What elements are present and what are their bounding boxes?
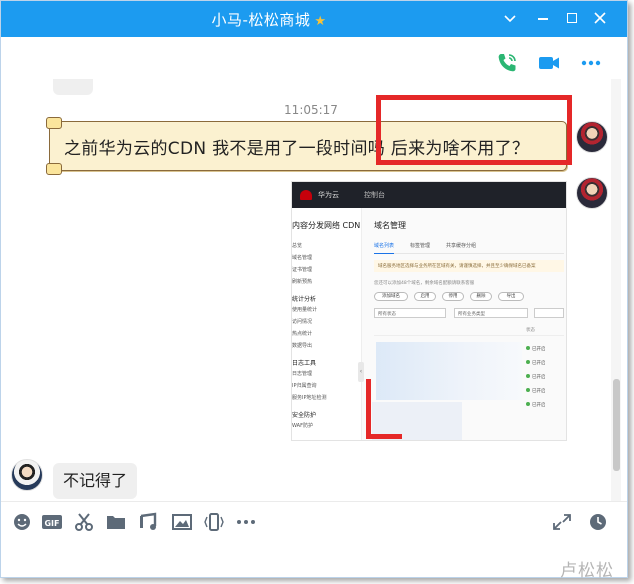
image-button: 停用 — [442, 292, 464, 301]
image-sidebar-item: 域名管理 — [292, 255, 313, 261]
message-list[interactable]: 11:05:17 之前华为云的CDN 我不是用了一段时间吗 后来为啥不用了？ 华… — [1, 79, 611, 501]
music-icon[interactable] — [137, 512, 159, 532]
watermark: 卢松松 — [560, 561, 614, 581]
image-status: 已开启 — [526, 388, 546, 394]
image-sidebar-item: 热点统计 — [292, 331, 313, 337]
image-console-label: 控制台 — [364, 191, 385, 199]
image-sidebar-item: 日志管理 — [292, 371, 313, 377]
image-sidebar-item: IP归属查询 — [292, 383, 317, 389]
status-text: 已开启 — [532, 403, 546, 408]
image-column-header: 状态 — [526, 328, 535, 333]
status-text: 已开启 — [532, 389, 546, 394]
status-dot-icon — [526, 346, 530, 350]
voice-call-icon[interactable] — [495, 51, 519, 75]
folder-icon[interactable] — [105, 512, 127, 532]
gif-icon[interactable]: GIF — [41, 512, 63, 532]
status-text: 已开启 — [532, 375, 546, 380]
image-note: 您还可以添加48个域名，剩余域名配额请联系客服 — [374, 281, 475, 286]
image-sidebar-item: 刷新预热 — [292, 279, 313, 285]
maximize-icon[interactable] — [563, 9, 581, 27]
image-status: 已开启 — [526, 374, 546, 380]
image-sidebar-group: 安全防护 — [292, 412, 317, 419]
image-sidebar-item: 使用量统计 — [292, 307, 318, 313]
image-select: 所有业务类型 — [454, 308, 528, 318]
emoji-icon[interactable] — [11, 512, 33, 532]
status-dot-icon — [526, 360, 530, 364]
image-sidebar-item: WAF防护 — [292, 423, 313, 429]
image-sidebar: 内容分发网络 CDN 总览 域名管理 证书管理 刷新预热 统计分析 使用量统计 … — [292, 208, 362, 440]
status-dot-icon — [526, 402, 530, 406]
status-dot-icon — [526, 374, 530, 378]
image-sidebar-group: 日志工具 — [292, 360, 317, 367]
expand-icon[interactable] — [551, 512, 573, 532]
close-icon[interactable] — [591, 9, 609, 27]
image-sidebar-item: 数据导出 — [292, 343, 313, 349]
avatar[interactable] — [576, 177, 608, 209]
image-console-header: 华为云 控制台 — [292, 182, 566, 208]
contact-avatar[interactable] — [11, 459, 43, 491]
image-button: 删除 — [470, 292, 492, 301]
image-sidebar-group: 统计分析 — [292, 296, 317, 303]
scrollbar[interactable] — [611, 79, 621, 501]
red-highlight-box — [376, 95, 572, 165]
scroll-ornament-icon — [46, 117, 62, 129]
image-brand: 华为云 — [318, 191, 339, 199]
image-search-box — [534, 308, 564, 318]
more-icon[interactable] — [235, 512, 257, 532]
svg-text:GIF: GIF — [44, 519, 59, 528]
more-icon[interactable] — [579, 51, 603, 75]
message-image[interactable]: 华为云 控制台 内容分发网络 CDN 总览 域名管理 证书管理 刷新预热 统计分… — [291, 181, 567, 441]
image-button: 添加域名 — [374, 292, 408, 301]
image-tab: 域名列表 — [374, 242, 395, 254]
image-heading: 域名管理 — [374, 221, 406, 230]
scissors-icon[interactable] — [73, 512, 95, 532]
scroll-ornament-icon — [46, 163, 62, 175]
image-sidebar-item: 服务IP地址检测 — [292, 395, 327, 401]
status-text: 已开启 — [532, 347, 546, 352]
red-highlight-box — [366, 379, 402, 439]
image-tabs: 域名列表 标签管理 共享缓存分组 — [374, 242, 564, 254]
input-toolbar: GIF — [1, 501, 627, 541]
image-table-header: 状态 — [374, 326, 564, 336]
image-status: 已开启 — [526, 402, 546, 408]
scrollbar-thumb[interactable] — [613, 379, 620, 471]
image-button: 启用 — [414, 292, 436, 301]
video-call-icon[interactable] — [537, 51, 561, 75]
image-status: 已开启 — [526, 346, 546, 352]
history-icon[interactable] — [587, 512, 609, 532]
image-icon[interactable] — [171, 512, 193, 532]
status-text: 已开启 — [532, 361, 546, 366]
contact-name: 小马-松松商城 — [211, 11, 311, 29]
image-tab: 共享缓存分组 — [446, 243, 477, 249]
message-bubble-incoming[interactable]: 不记得了 — [53, 463, 138, 499]
chat-window: 小马-松松商城 ★ 11:05:17 之前华为云的CDN 我不是用了一段时间吗 … — [0, 0, 628, 578]
title-bar: 小马-松松商城 ★ — [1, 1, 627, 37]
image-sidebar-item: 证书管理 — [292, 267, 313, 273]
minimize-icon[interactable] — [534, 9, 552, 27]
image-warning: 域名服务地区选择与业务所在区域有关，请谨慎选择，并且至少确保域名已备案 — [374, 260, 564, 272]
chat-actions — [495, 49, 615, 79]
image-select: 所有状态 — [374, 308, 446, 318]
status-dot-icon — [526, 388, 530, 392]
image-status: 已开启 — [526, 360, 546, 366]
star-icon: ★ — [314, 14, 327, 29]
image-sidebar-title: 内容分发网络 CDN — [292, 221, 361, 230]
image-sidebar-item: 访问情况 — [292, 319, 313, 325]
huawei-logo-icon — [300, 190, 312, 200]
previous-message-bubble — [53, 79, 93, 95]
avatar[interactable] — [576, 121, 608, 153]
image-sidebar-item: 总览 — [292, 243, 303, 249]
shake-icon[interactable] — [203, 512, 225, 532]
image-tab: 标签管理 — [410, 243, 431, 249]
image-button: 导出 — [498, 292, 524, 301]
dropdown-icon[interactable] — [501, 9, 519, 27]
